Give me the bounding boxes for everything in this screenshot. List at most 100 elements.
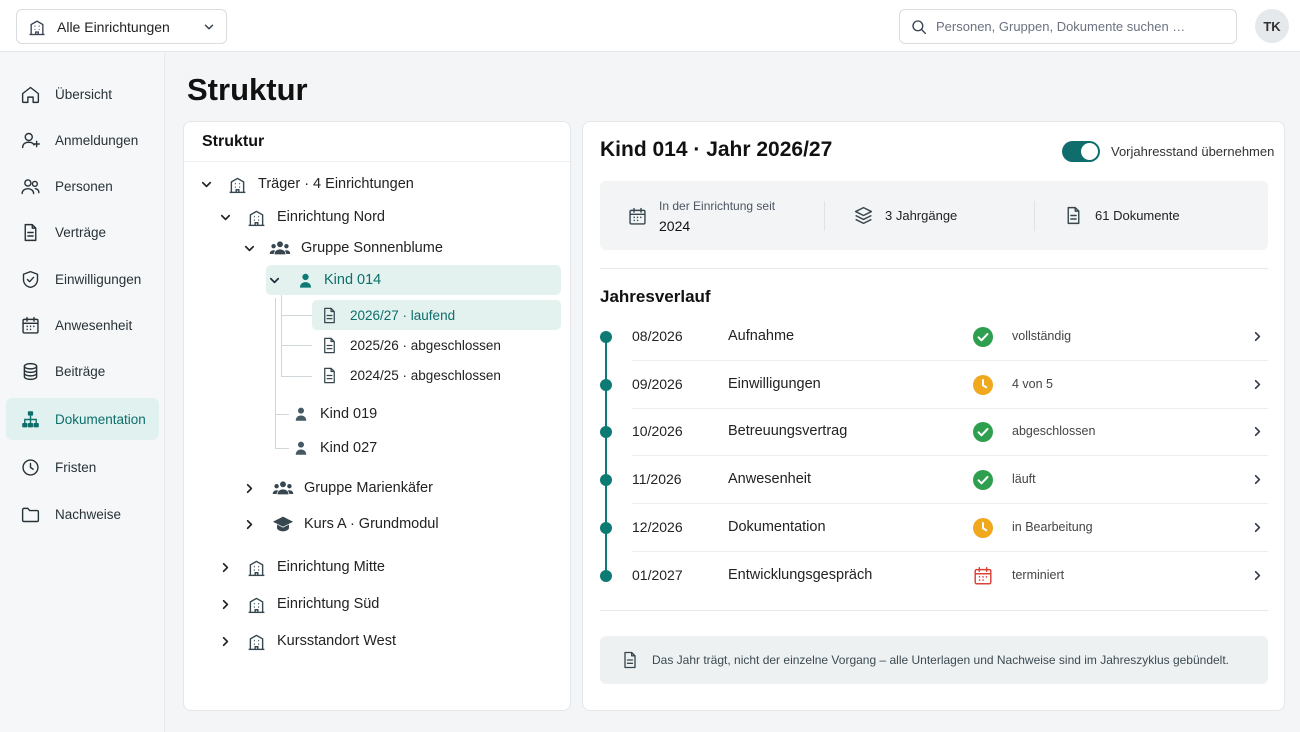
timeline-dot bbox=[600, 379, 612, 391]
info-separator bbox=[824, 201, 825, 231]
chevron-right-icon[interactable] bbox=[241, 516, 257, 532]
chevron-down-icon bbox=[202, 20, 216, 34]
info-summary-bar: In der Einrichtung seit 2024 3 Jahrgänge… bbox=[600, 181, 1268, 250]
tree-node-einrichtung-sued[interactable]: Einrichtung Süd bbox=[217, 589, 379, 619]
toggle-knob bbox=[1081, 143, 1098, 160]
sidebar-item-fristen[interactable]: Fristen bbox=[6, 446, 159, 488]
tree-node-einrichtung-nord[interactable]: Einrichtung Nord bbox=[217, 202, 385, 232]
chevron-right-icon[interactable] bbox=[1250, 329, 1265, 344]
tree-node-kind-014[interactable]: Kind 014 bbox=[266, 265, 561, 295]
tree-node-label: Kursstandort West bbox=[277, 633, 397, 649]
chevron-down-icon[interactable] bbox=[217, 209, 233, 225]
tree-node-label: Gruppe Marienkäfer bbox=[304, 480, 433, 496]
document-icon bbox=[318, 364, 340, 386]
info-note-text: Das Jahr trägt, nicht der einzelne Vorga… bbox=[652, 653, 1229, 667]
chevron-down-icon[interactable] bbox=[266, 272, 282, 288]
sidebar-item-einwilligungen[interactable]: Einwilligungen bbox=[6, 258, 159, 300]
timeline-name: Entwicklungsgespräch bbox=[728, 567, 873, 583]
chevron-right-icon[interactable] bbox=[1250, 520, 1265, 535]
timeline-row[interactable]: 11/2026 Anwesenheit läuft bbox=[600, 456, 1268, 504]
avatar[interactable]: TK bbox=[1255, 9, 1289, 43]
chevron-right-icon[interactable] bbox=[1250, 568, 1265, 583]
chevron-right-icon[interactable] bbox=[241, 480, 257, 496]
tree-node-year-2024-25[interactable]: 2024/25 · abgeschlossen bbox=[318, 360, 501, 390]
tree-node-label: Kind 019 bbox=[320, 406, 378, 422]
tree-guide-line bbox=[275, 414, 289, 415]
tree-node-gruppe-marienkaefer[interactable]: Gruppe Marienkäfer bbox=[241, 473, 433, 503]
sidebar-item-nachweise[interactable]: Nachweise bbox=[6, 493, 159, 535]
tree-node-kind-019[interactable]: Kind 019 bbox=[290, 399, 377, 429]
chevron-right-icon[interactable] bbox=[217, 633, 233, 649]
timeline-row[interactable]: 10/2026 Betreuungsvertrag abgeschlossen bbox=[600, 408, 1268, 456]
sidebar-item-anwesenheit[interactable]: Anwesenheit bbox=[6, 304, 159, 346]
timeline-dot bbox=[600, 426, 612, 438]
timeline-row[interactable]: 01/2027 Entwicklungsgespräch terminiert bbox=[600, 552, 1268, 600]
chevron-right-icon[interactable] bbox=[217, 596, 233, 612]
people-icon bbox=[19, 175, 41, 197]
chevron-right-icon[interactable] bbox=[1250, 424, 1265, 439]
chevron-right-icon[interactable] bbox=[1250, 377, 1265, 392]
tree-node-traeger[interactable]: Träger · 4 Einrichtungen bbox=[198, 169, 414, 199]
timeline-dot bbox=[600, 570, 612, 582]
layers-icon bbox=[853, 205, 874, 226]
previous-year-toggle-label: Vorjahresstand übernehmen bbox=[1111, 144, 1275, 159]
sidebar-item-beitraege[interactable]: Beiträge bbox=[6, 350, 159, 392]
calendar-icon bbox=[19, 314, 41, 336]
check-circle-icon bbox=[972, 469, 994, 491]
tree-node-kind-027[interactable]: Kind 027 bbox=[290, 433, 377, 463]
timeline-row[interactable]: 09/2026 Einwilligungen 4 von 5 bbox=[600, 361, 1268, 409]
document-icon bbox=[620, 650, 640, 670]
timeline-status: 4 von 5 bbox=[1012, 377, 1054, 391]
timeline-name: Betreuungsvertrag bbox=[728, 423, 848, 439]
tree-node-label: Kind 014 bbox=[324, 272, 382, 288]
tree-guide-line bbox=[275, 298, 276, 448]
chevron-right-icon[interactable] bbox=[1250, 472, 1265, 487]
detail-title: Kind 014 · Jahr 2026/27 bbox=[600, 138, 833, 161]
clock-icon bbox=[972, 374, 994, 396]
structure-tree-panel: Struktur Träger · 4 Einrichtungen Einric… bbox=[183, 121, 571, 711]
search-icon bbox=[910, 18, 928, 36]
sidebar-item-label: Übersicht bbox=[55, 86, 113, 102]
building-icon bbox=[245, 206, 267, 228]
timeline-name: Aufnahme bbox=[728, 328, 795, 344]
sidebar-item-label: Anmeldungen bbox=[55, 132, 139, 148]
tree-node-einrichtung-mitte[interactable]: Einrichtung Mitte bbox=[217, 552, 385, 582]
timeline-status: abgeschlossen bbox=[1012, 424, 1096, 438]
timeline-date: 01/2027 bbox=[632, 567, 683, 583]
tree-node-year-2025-26[interactable]: 2025/26 · abgeschlossen bbox=[318, 330, 501, 360]
coins-icon bbox=[19, 360, 41, 382]
search-box[interactable] bbox=[899, 9, 1237, 44]
facility-select-label: Alle Einrichtungen bbox=[57, 18, 170, 35]
tree-guide-line bbox=[281, 376, 312, 377]
info-years: 3 Jahrgänge bbox=[853, 205, 957, 226]
section-divider bbox=[600, 610, 1268, 611]
building-icon bbox=[245, 556, 267, 578]
sidebar-item-label: Fristen bbox=[55, 459, 97, 475]
timeline-name: Einwilligungen bbox=[728, 376, 821, 392]
tree-node-gruppe-sonnenblume[interactable]: Gruppe Sonnenblume bbox=[241, 233, 443, 263]
chevron-down-icon[interactable] bbox=[198, 176, 214, 192]
sidebar-item-label: Nachweise bbox=[55, 506, 122, 522]
sidebar-item-personen[interactable]: Personen bbox=[6, 165, 159, 207]
search-input[interactable] bbox=[936, 19, 1216, 34]
tree-node-year-2026-27[interactable]: 2026/27 · laufend bbox=[312, 300, 561, 330]
timeline-status: läuft bbox=[1012, 472, 1036, 486]
facility-select[interactable]: Alle Einrichtungen bbox=[16, 9, 227, 44]
info-since-value: 2024 bbox=[659, 218, 691, 234]
sidebar-item-anmeldungen[interactable]: Anmeldungen bbox=[6, 119, 159, 161]
sidebar-item-vertraege[interactable]: Verträge bbox=[6, 211, 159, 253]
chevron-right-icon[interactable] bbox=[217, 559, 233, 575]
timeline-row[interactable]: 12/2026 Dokumentation in Bearbeitung bbox=[600, 504, 1268, 552]
tree-node-kurs-a[interactable]: Kurs A · Grundmodul bbox=[241, 509, 439, 539]
sidebar-item-label: Personen bbox=[55, 178, 113, 194]
timeline-dot bbox=[600, 331, 612, 343]
tree-node-kursstandort-west[interactable]: Kursstandort West bbox=[217, 626, 396, 656]
sidebar-item-uebersicht[interactable]: Übersicht bbox=[6, 73, 159, 115]
sidebar-item-dokumentation[interactable]: Dokumentation bbox=[6, 398, 159, 440]
chevron-down-icon[interactable] bbox=[241, 240, 257, 256]
previous-year-toggle[interactable] bbox=[1062, 141, 1100, 162]
sidebar-item-label: Einwilligungen bbox=[55, 271, 142, 287]
timeline-row[interactable]: 08/2026 Aufnahme vollständig bbox=[600, 313, 1268, 361]
tree-guide-line bbox=[281, 315, 312, 316]
info-note: Das Jahr trägt, nicht der einzelne Vorga… bbox=[600, 636, 1268, 684]
